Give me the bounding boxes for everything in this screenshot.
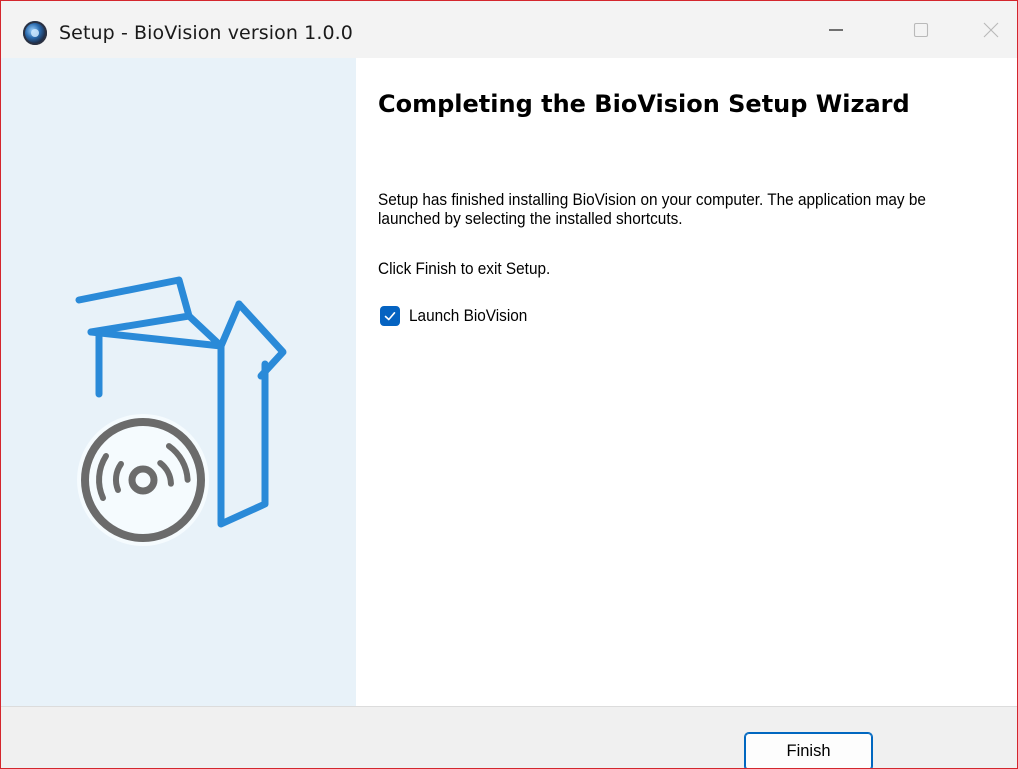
wizard-footer: Finish — [1, 706, 1017, 768]
exit-hint: Click Finish to exit Setup. — [378, 260, 551, 278]
maximize-icon — [913, 22, 929, 37]
page-title: Completing the BioVision Setup Wizard — [378, 90, 910, 118]
biovision-app-icon — [23, 21, 47, 45]
maximize-button — [886, 1, 956, 58]
minimize-icon — [829, 28, 843, 31]
launch-checkbox[interactable] — [380, 306, 400, 326]
window-title: Setup - BioVision version 1.0.0 — [59, 22, 353, 44]
wizard-image-panel — [1, 58, 356, 706]
close-icon — [983, 22, 999, 37]
wizard-content: Completing the BioVision Setup Wizard Se… — [356, 58, 1017, 706]
finish-button[interactable]: Finish — [744, 732, 873, 768]
minimize-button[interactable] — [801, 1, 871, 58]
checkmark-icon — [384, 311, 396, 321]
close-button — [956, 1, 1017, 58]
setup-window: Setup - BioVision version 1.0.0 Completi… — [0, 0, 1018, 769]
software-box-with-disc-icon — [75, 276, 287, 546]
launch-checkbox-row[interactable]: Launch BioVision — [380, 306, 536, 326]
finish-message: Setup has finished installing BioVision … — [378, 191, 926, 228]
launch-checkbox-label[interactable]: Launch BioVision — [409, 307, 527, 326]
title-bar[interactable]: Setup - BioVision version 1.0.0 — [1, 1, 1017, 58]
